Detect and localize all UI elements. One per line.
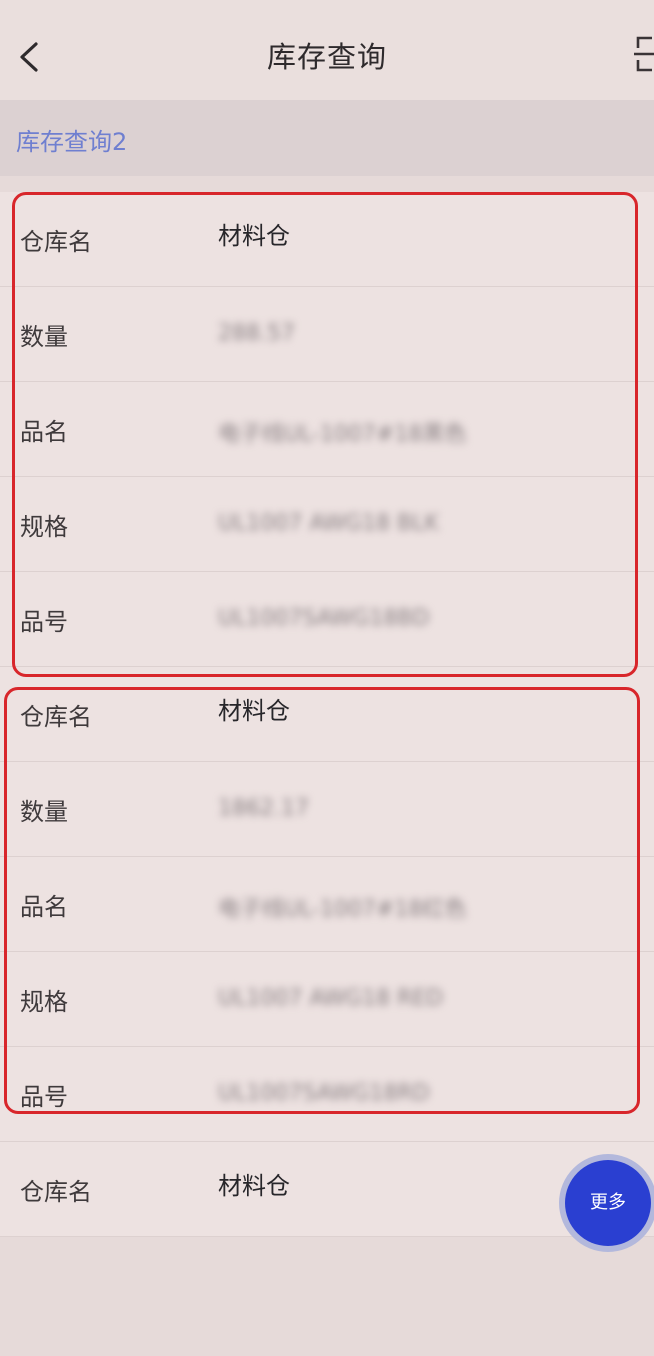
- field-value-redacted: UL1007 AWG18 BLK: [218, 511, 439, 536]
- section-title[interactable]: 库存查询2: [16, 122, 127, 157]
- field-label: 规格: [20, 988, 68, 1016]
- field-label: 规格: [20, 513, 68, 541]
- scan-icon[interactable]: [632, 34, 654, 74]
- field-value: 材料仓: [218, 1172, 290, 1200]
- inventory-record: 仓库名 材料仓: [0, 1142, 654, 1237]
- inventory-record: 仓库名 材料仓 数量 1862.17 品名 电子线UL-1007#18红色 规格…: [0, 667, 654, 1142]
- record-row-warehouse: 仓库名 材料仓: [0, 192, 654, 287]
- more-button[interactable]: 更多: [565, 1160, 651, 1246]
- field-label: 品号: [20, 1083, 68, 1111]
- navigation-bar: 库存查询: [0, 0, 654, 100]
- inventory-record: 仓库名 材料仓 数量 288.57 品名 电子线UL-1007#18黑色 规格 …: [0, 192, 654, 667]
- field-value-redacted: 电子线UL-1007#18黑色: [218, 422, 467, 447]
- record-row-quantity: 数量 288.57: [0, 287, 654, 382]
- record-row-item-number: 品号 UL1007SAWG18RD: [0, 1047, 654, 1142]
- record-row-warehouse: 仓库名 材料仓: [0, 1142, 654, 1237]
- record-row-spec: 规格 UL1007 AWG18 RED: [0, 952, 654, 1047]
- field-value-redacted: 288.57: [218, 321, 295, 346]
- record-row-quantity: 数量 1862.17: [0, 762, 654, 857]
- field-label: 品名: [20, 418, 68, 446]
- field-label: 仓库名: [20, 1178, 92, 1206]
- record-row-item-number: 品号 UL1007SAWG18BD: [0, 572, 654, 667]
- field-label: 数量: [20, 798, 68, 826]
- inventory-record-list: 仓库名 材料仓 数量 288.57 品名 电子线UL-1007#18黑色 规格 …: [0, 192, 654, 1237]
- field-label: 仓库名: [20, 703, 92, 731]
- field-value: 材料仓: [218, 222, 290, 250]
- field-label: 品号: [20, 608, 68, 636]
- field-value-redacted: 1862.17: [218, 796, 309, 821]
- field-label: 品名: [20, 893, 68, 921]
- field-value-redacted: UL1007SAWG18BD: [218, 606, 430, 631]
- field-value: 材料仓: [218, 697, 290, 725]
- record-row-product-name: 品名 电子线UL-1007#18红色: [0, 857, 654, 952]
- field-label: 数量: [20, 323, 68, 351]
- field-value-redacted: 电子线UL-1007#18红色: [218, 897, 467, 922]
- record-row-warehouse: 仓库名 材料仓: [0, 667, 654, 762]
- page-title: 库存查询: [266, 40, 387, 74]
- field-label: 仓库名: [20, 228, 92, 256]
- field-value-redacted: UL1007SAWG18RD: [218, 1081, 430, 1106]
- field-value-redacted: UL1007 AWG18 RED: [218, 986, 444, 1011]
- record-row-product-name: 品名 电子线UL-1007#18黑色: [0, 382, 654, 477]
- section-header: 库存查询2: [0, 100, 654, 176]
- record-row-spec: 规格 UL1007 AWG18 BLK: [0, 477, 654, 572]
